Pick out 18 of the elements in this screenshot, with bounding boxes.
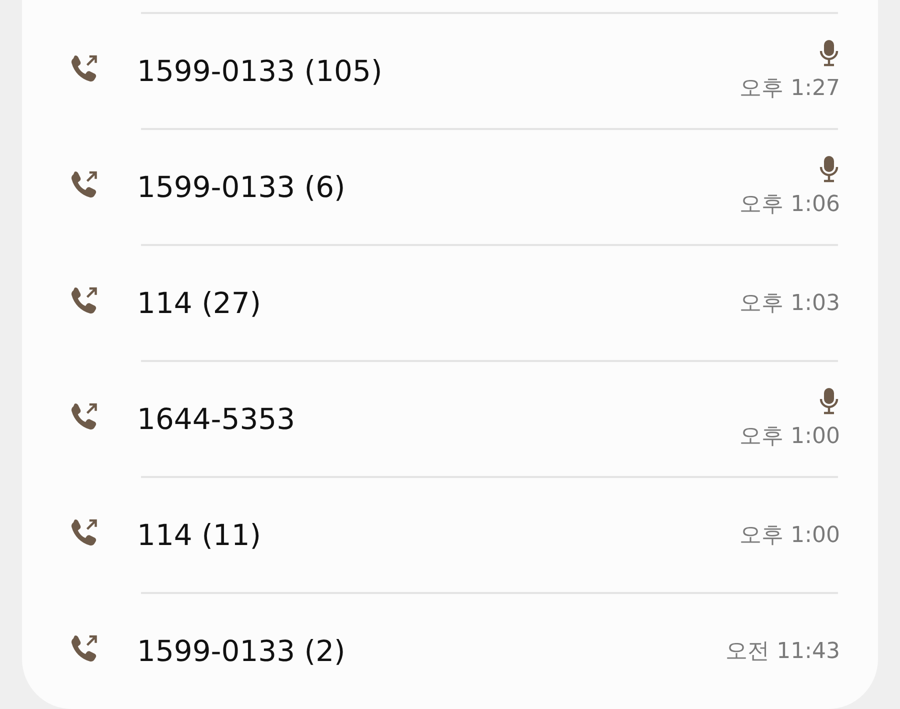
phone-number: 1644-5353 xyxy=(137,402,296,436)
call-time: 오후 1:00 xyxy=(740,522,840,550)
call-time: 오후 1:06 xyxy=(740,191,840,219)
call-log-row[interactable]: 1599-0133 (2) 오전 11:43 xyxy=(22,592,878,708)
phone-number: 1599-0133 (2) xyxy=(137,634,346,668)
call-log-row[interactable]: 1644-5353 오후 1:00 xyxy=(22,360,878,476)
phone-number: 114 (11) xyxy=(137,518,262,552)
call-log-row[interactable]: 1599-0133 (6) 오후 1:06 xyxy=(22,128,878,244)
phone-number: 1599-0133 (105) xyxy=(137,54,384,88)
phone-number: 1599-0133 (6) xyxy=(137,170,346,204)
call-time: 오후 1:00 xyxy=(740,423,840,451)
call-log-row[interactable]: 1599-0133 (105) 오후 1:27 xyxy=(22,12,878,128)
phone-number: 114 (27) xyxy=(137,286,262,320)
call-log-row[interactable]: 114 (11) 오후 1:00 xyxy=(22,476,878,592)
call-time: 오후 1:27 xyxy=(740,75,840,103)
call-log-row[interactable]: 114 (27) 오후 1:03 xyxy=(22,244,878,360)
call-time: 오전 11:43 xyxy=(726,638,840,666)
call-time: 오후 1:03 xyxy=(740,290,840,318)
